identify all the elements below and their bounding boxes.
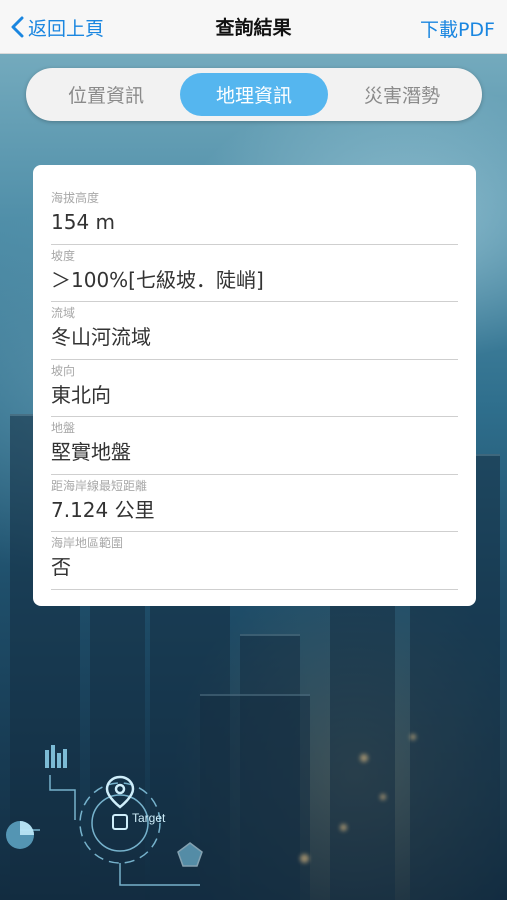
field-label: 地盤 <box>51 421 76 435</box>
field-watershed: 流域 冬山河流域 <box>51 302 458 360</box>
page-title: 查詢結果 <box>215 17 292 39</box>
target-label: Target <box>132 811 166 825</box>
field-aspect: 坡向 東北向 <box>51 360 458 417</box>
field-ground: 地盤 堅實地盤 <box>51 417 458 475</box>
download-pdf-button[interactable]: 下載PDF <box>420 15 495 42</box>
field-slope: 坡度 ＞100%[七級坡．陡峭] <box>51 245 458 302</box>
field-label: 坡度 <box>51 248 76 263</box>
field-value: 東北向 <box>51 382 111 407</box>
field-label: 海拔高度 <box>51 191 100 205</box>
field-value: 7.124 公里 <box>51 497 155 522</box>
field-value: ＞100%[七級坡．陡峭] <box>51 267 264 292</box>
tab-disaster-potential[interactable]: 災害潛勢 <box>328 73 476 116</box>
pentagon-icon <box>177 842 203 867</box>
field-value: 堅實地盤 <box>51 440 131 464</box>
bar-chart-icon <box>45 745 67 768</box>
field-coast-distance: 距海岸線最短距離 7.124 公里 <box>51 475 458 532</box>
field-label: 流域 <box>51 306 76 320</box>
back-label: 返回上頁 <box>28 17 105 40</box>
location-pin-icon <box>105 775 135 809</box>
hud-decoration: Target <box>0 735 220 900</box>
nav-bar: 返回上頁 查詢結果 下載PDF <box>0 0 507 54</box>
field-value: 否 <box>51 555 71 579</box>
tab-geo-info[interactable]: 地理資訊 <box>180 73 328 116</box>
field-label: 距海岸線最短距離 <box>51 478 148 493</box>
back-button[interactable]: 返回上頁 <box>10 13 104 41</box>
field-elevation: 海拔高度 154 m <box>51 187 458 245</box>
field-value: 154 m <box>51 210 116 234</box>
field-value: 冬山河流域 <box>51 325 151 349</box>
field-label: 海岸地區範圍 <box>51 536 124 550</box>
field-label: 坡向 <box>51 363 76 378</box>
tab-location-info[interactable]: 位置資訊 <box>32 73 180 116</box>
geo-info-card: 海拔高度 154 m 坡度 ＞100%[七級坡．陡峭] 流域 冬山河流域 坡向 … <box>33 165 476 606</box>
segmented-tabs: 位置資訊 地理資訊 災害潛勢 <box>26 68 482 121</box>
pie-chart-icon <box>6 821 34 849</box>
field-coastal-zone: 海岸地區範圍 否 <box>51 532 458 590</box>
chevron-left-icon <box>11 16 24 38</box>
target-icon <box>112 814 128 830</box>
